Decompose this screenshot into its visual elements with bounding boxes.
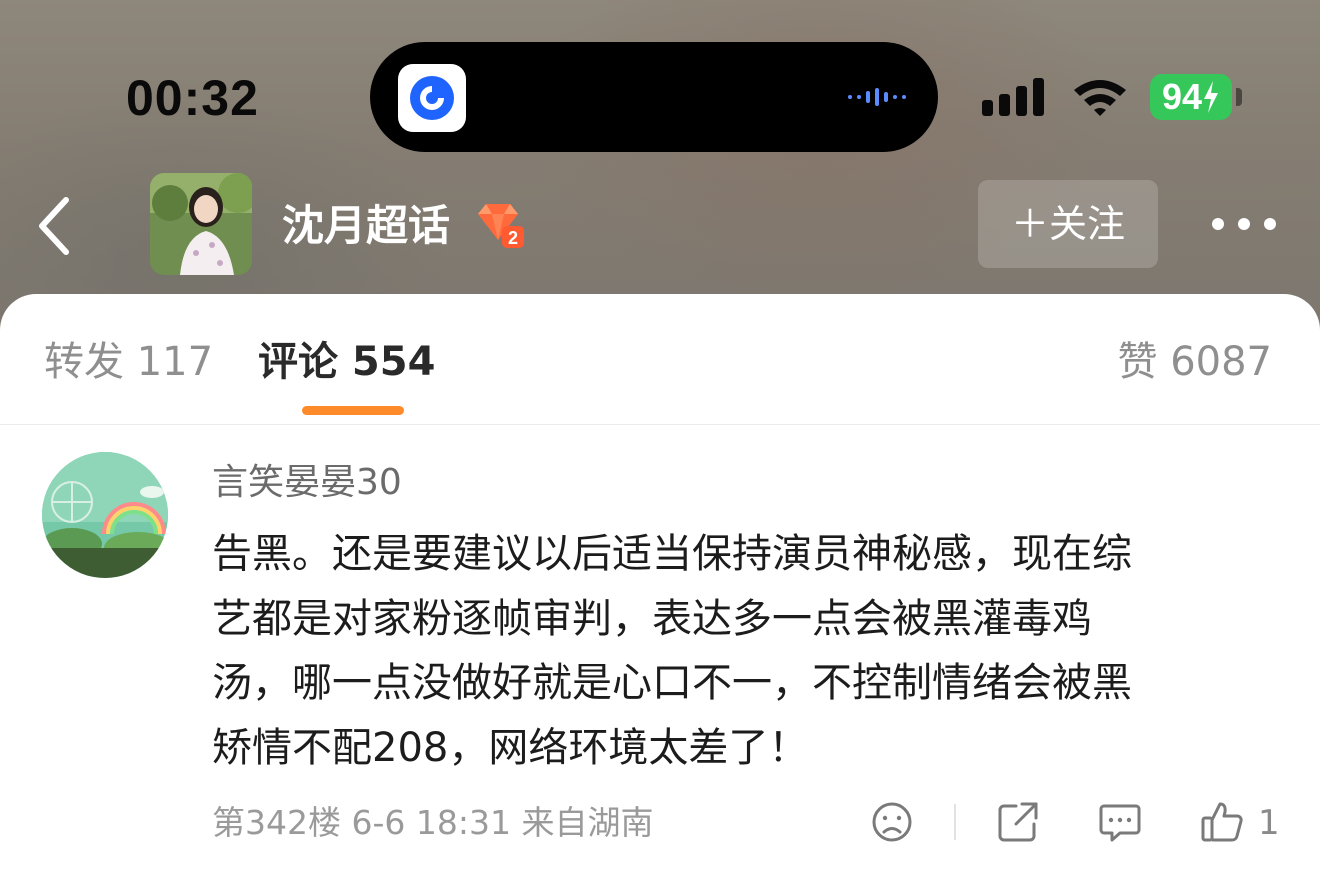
like-count: 1 <box>1258 803 1280 843</box>
cellular-signal-icon <box>982 78 1044 116</box>
avatar[interactable] <box>42 452 168 578</box>
comment-line: 艺都是对家粉逐帧审判，表达多一点会被黑灌毒鸡 <box>212 595 1092 642</box>
svg-text:2: 2 <box>508 228 518 248</box>
comment-line: 告黑。还是要建议以后适当保持演员神秘感，现在综 <box>212 531 1132 577</box>
topic-avatar[interactable] <box>150 173 252 275</box>
tab-indicator <box>302 406 404 415</box>
comment-bubble-icon[interactable] <box>1098 800 1142 844</box>
wifi-icon <box>1074 80 1126 116</box>
comment-username[interactable]: 言笑晏晏30 <box>212 458 402 508</box>
audio-wave-icon <box>848 88 906 106</box>
action-separator <box>954 804 956 840</box>
frown-face-icon[interactable] <box>870 800 914 844</box>
battery-tip <box>1236 88 1242 106</box>
tab-repost[interactable]: 转发 117 <box>44 334 213 390</box>
divider <box>0 424 1320 425</box>
comment-meta: 第342楼 6-6 18:31 来自湖南 <box>212 803 654 842</box>
tab-comments[interactable]: 评论 554 <box>258 334 435 390</box>
share-icon[interactable] <box>996 800 1040 844</box>
follow-button[interactable]: ＋关注 <box>978 180 1158 268</box>
page-title: 沈月超话 <box>282 201 451 250</box>
blue-circle-app-icon <box>398 64 466 132</box>
screen: 00:32 94 沈月超话 2 ＋关注 转发 117 评论 554 赞 6087… <box>0 0 1320 871</box>
thumbs-up-icon[interactable] <box>1200 800 1244 844</box>
comment-line: 汤，哪一点没做好就是心口不一，不控制情绪会被黑 <box>212 660 1132 706</box>
battery-indicator: 94 <box>1150 74 1232 120</box>
comment-text: 告黑。还是要建议以后适当保持演员神秘感，现在综 艺都是对家粉逐帧审判，表达多一点… <box>212 522 1272 780</box>
tab-likes[interactable]: 赞 6087 <box>1117 334 1272 390</box>
battery-level: 94 <box>1161 76 1203 117</box>
comment-line: 矫情不配208，网络环境太差了！ <box>212 724 809 771</box>
bolt-icon <box>1204 81 1219 113</box>
dynamic-island[interactable] <box>370 42 938 152</box>
chevron-left-icon[interactable] <box>34 194 74 258</box>
status-time: 00:32 <box>126 70 259 126</box>
more-dots-icon[interactable] <box>1208 212 1280 236</box>
diamond-level-2-icon: 2 <box>478 204 524 248</box>
